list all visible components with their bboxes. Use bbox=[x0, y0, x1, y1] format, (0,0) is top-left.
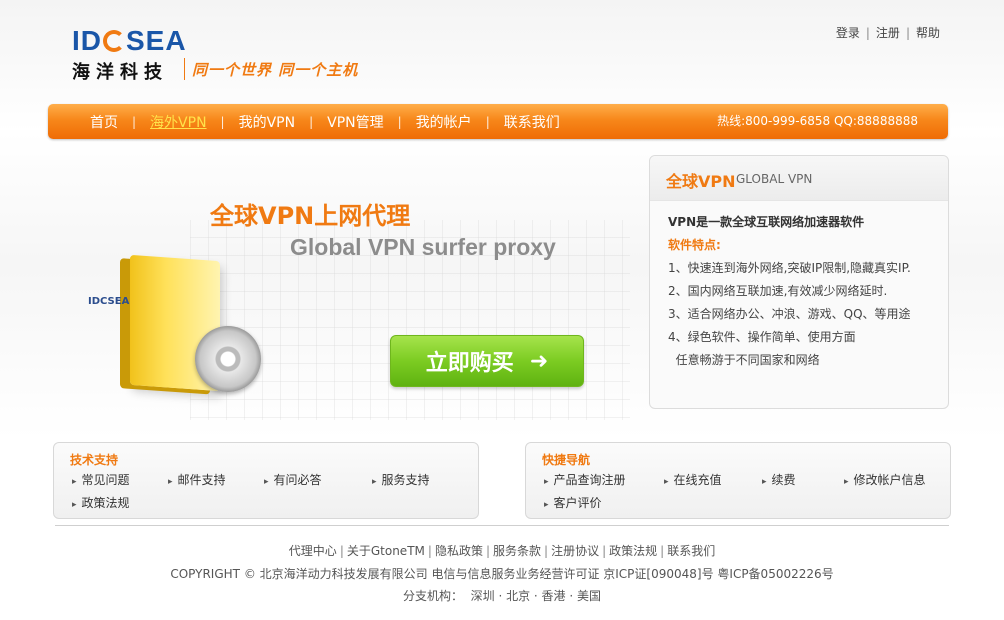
footer-link-separator: | bbox=[485, 544, 490, 558]
cd-disc-icon bbox=[195, 326, 261, 392]
nav-items: 首页 | 海外VPN | 我的VPN | VPN管理 | 我的帐户 | 联系我们 bbox=[76, 104, 574, 139]
logo-text-sea: SEA bbox=[126, 25, 187, 56]
panel-intro: VPN是一款全球互联网络加速器软件 bbox=[668, 215, 865, 229]
tech-support-title: 技术支持 bbox=[70, 453, 119, 467]
support-link-policy[interactable]: 政策法规 bbox=[72, 494, 130, 511]
support-link-service[interactable]: 服务支持 bbox=[372, 471, 430, 488]
footer-divider bbox=[55, 525, 949, 526]
copyright-text: COPYRIGHT © 北京海洋动力科技发展有限公司 电信与信息服务业务经营许可… bbox=[170, 567, 834, 581]
support-link-qa[interactable]: 有问必答 bbox=[264, 471, 322, 488]
top-link-separator: | bbox=[865, 26, 870, 40]
quick-nav-title: 快捷导航 bbox=[542, 453, 591, 467]
nav-separator: | bbox=[220, 114, 225, 129]
nav-item-home[interactable]: 首页 bbox=[76, 112, 132, 132]
product-box-label: IDCSEA bbox=[88, 296, 130, 307]
banner-title: 全球VPN上网代理 bbox=[210, 202, 411, 230]
nav-separator: | bbox=[132, 114, 137, 129]
quick-nav-box: 快捷导航 产品查询注册 在线充值 续费 修改帐户信息 客户评价 bbox=[525, 442, 951, 519]
footer-link-agent[interactable]: 代理中心 bbox=[289, 544, 337, 558]
nav-item-my-account[interactable]: 我的帐户 bbox=[402, 112, 486, 132]
footer-link-separator: | bbox=[339, 544, 344, 558]
panel-title: 全球VPN bbox=[666, 172, 736, 191]
feature-item: 3、适合网络办公、冲浪、游戏、QQ、等用途 bbox=[668, 307, 911, 321]
feature-item: 4、绿色软件、操作简单、使用方面 bbox=[668, 330, 856, 344]
footer-link-contact[interactable]: 联系我们 bbox=[667, 544, 715, 558]
support-link-email[interactable]: 邮件支持 bbox=[168, 471, 226, 488]
quick-link-renew[interactable]: 续费 bbox=[762, 471, 796, 488]
footer-link-privacy[interactable]: 隐私政策 bbox=[435, 544, 483, 558]
footer-links: 代理中心 | 关于GtoneTM | 隐私政策 | 服务条款 | 注册协议 | 政策法规 | 联系我们 bbox=[0, 542, 1004, 559]
nav-item-vpn-manage[interactable]: VPN管理 bbox=[313, 112, 398, 132]
buy-now-button[interactable]: 立即购买 ➜ bbox=[390, 335, 584, 387]
panel-body: VPN是一款全球互联网络加速器软件 软件特点: 1、快速连到海外网络,突破IP限… bbox=[650, 201, 948, 382]
feature-item: 2、国内网络互联加速,有效减少网络延时. bbox=[668, 284, 888, 298]
hero-banner: 全球VPN上网代理 Global VPN surfer proxy IDCSEA… bbox=[60, 160, 640, 435]
buy-now-label: 立即购买 bbox=[425, 351, 514, 376]
login-link[interactable]: 登录 bbox=[836, 26, 860, 40]
tech-support-box: 技术支持 常见问题 邮件支持 有问必答 服务支持 政策法规 bbox=[53, 442, 479, 519]
feature-item: 任意畅游于不同国家和网络 bbox=[668, 353, 820, 367]
panel-header: 全球VPN GLOBAL VPN bbox=[650, 156, 948, 201]
quick-link-recharge[interactable]: 在线充值 bbox=[664, 471, 722, 488]
nav-item-my-vpn[interactable]: 我的VPN bbox=[225, 112, 310, 132]
branches-text: 分支机构： 深圳 · 北京 · 香港 · 美国 bbox=[403, 589, 601, 603]
footer-link-separator: | bbox=[660, 544, 665, 558]
logo-divider bbox=[184, 58, 185, 80]
help-link[interactable]: 帮助 bbox=[916, 26, 940, 40]
footer-link-about[interactable]: 关于GtoneTM bbox=[347, 544, 425, 558]
global-vpn-panel: 全球VPN GLOBAL VPN VPN是一款全球互联网络加速器软件 软件特点:… bbox=[649, 155, 949, 409]
footer-link-terms[interactable]: 服务条款 bbox=[493, 544, 541, 558]
top-links: 登录 | 注册 | 帮助 bbox=[836, 24, 940, 41]
logo-text-id: ID bbox=[72, 25, 102, 56]
nav-separator: | bbox=[309, 114, 314, 129]
feature-item: 1、快速连到海外网络,突破IP限制,隐藏真实IP. bbox=[668, 261, 911, 275]
quick-link-product-register[interactable]: 产品查询注册 bbox=[544, 471, 626, 488]
logo-slogan: 同一个世界 同一个主机 bbox=[192, 61, 359, 79]
quick-link-edit-account[interactable]: 修改帐户信息 bbox=[844, 471, 926, 488]
footer-link-separator: | bbox=[602, 544, 607, 558]
footer-link-separator: | bbox=[544, 544, 549, 558]
nav-separator: | bbox=[485, 114, 490, 129]
footer-link-agreement[interactable]: 注册协议 bbox=[551, 544, 599, 558]
nav-separator: | bbox=[397, 114, 402, 129]
site-logo[interactable]: ID SEA 海洋科技 同一个世界 同一个主机 bbox=[72, 26, 372, 86]
hotline-text: 热线:800-999-6858 QQ:88888888 bbox=[717, 114, 918, 128]
logo-c-ring-icon bbox=[103, 30, 125, 52]
footer-link-policy[interactable]: 政策法规 bbox=[609, 544, 657, 558]
support-link-faq[interactable]: 常见问题 bbox=[72, 471, 130, 488]
nav-item-overseas-vpn[interactable]: 海外VPN bbox=[136, 112, 221, 132]
logo-cn-name: 海洋科技 bbox=[72, 62, 168, 83]
main-nav: 首页 | 海外VPN | 我的VPN | VPN管理 | 我的帐户 | 联系我们… bbox=[48, 104, 948, 139]
panel-features-label: 软件特点: bbox=[668, 238, 721, 252]
register-link[interactable]: 注册 bbox=[876, 26, 900, 40]
footer-link-separator: | bbox=[427, 544, 432, 558]
logo-wordmark: ID SEA bbox=[72, 26, 372, 56]
nav-item-contact[interactable]: 联系我们 bbox=[490, 112, 574, 132]
panel-title-en: GLOBAL VPN bbox=[736, 172, 813, 186]
banner-subtitle: Global VPN surfer proxy bbox=[290, 234, 556, 260]
quick-link-reviews[interactable]: 客户评价 bbox=[544, 494, 602, 511]
top-link-separator: | bbox=[905, 26, 910, 40]
arrow-right-icon: ➜ bbox=[529, 348, 549, 374]
